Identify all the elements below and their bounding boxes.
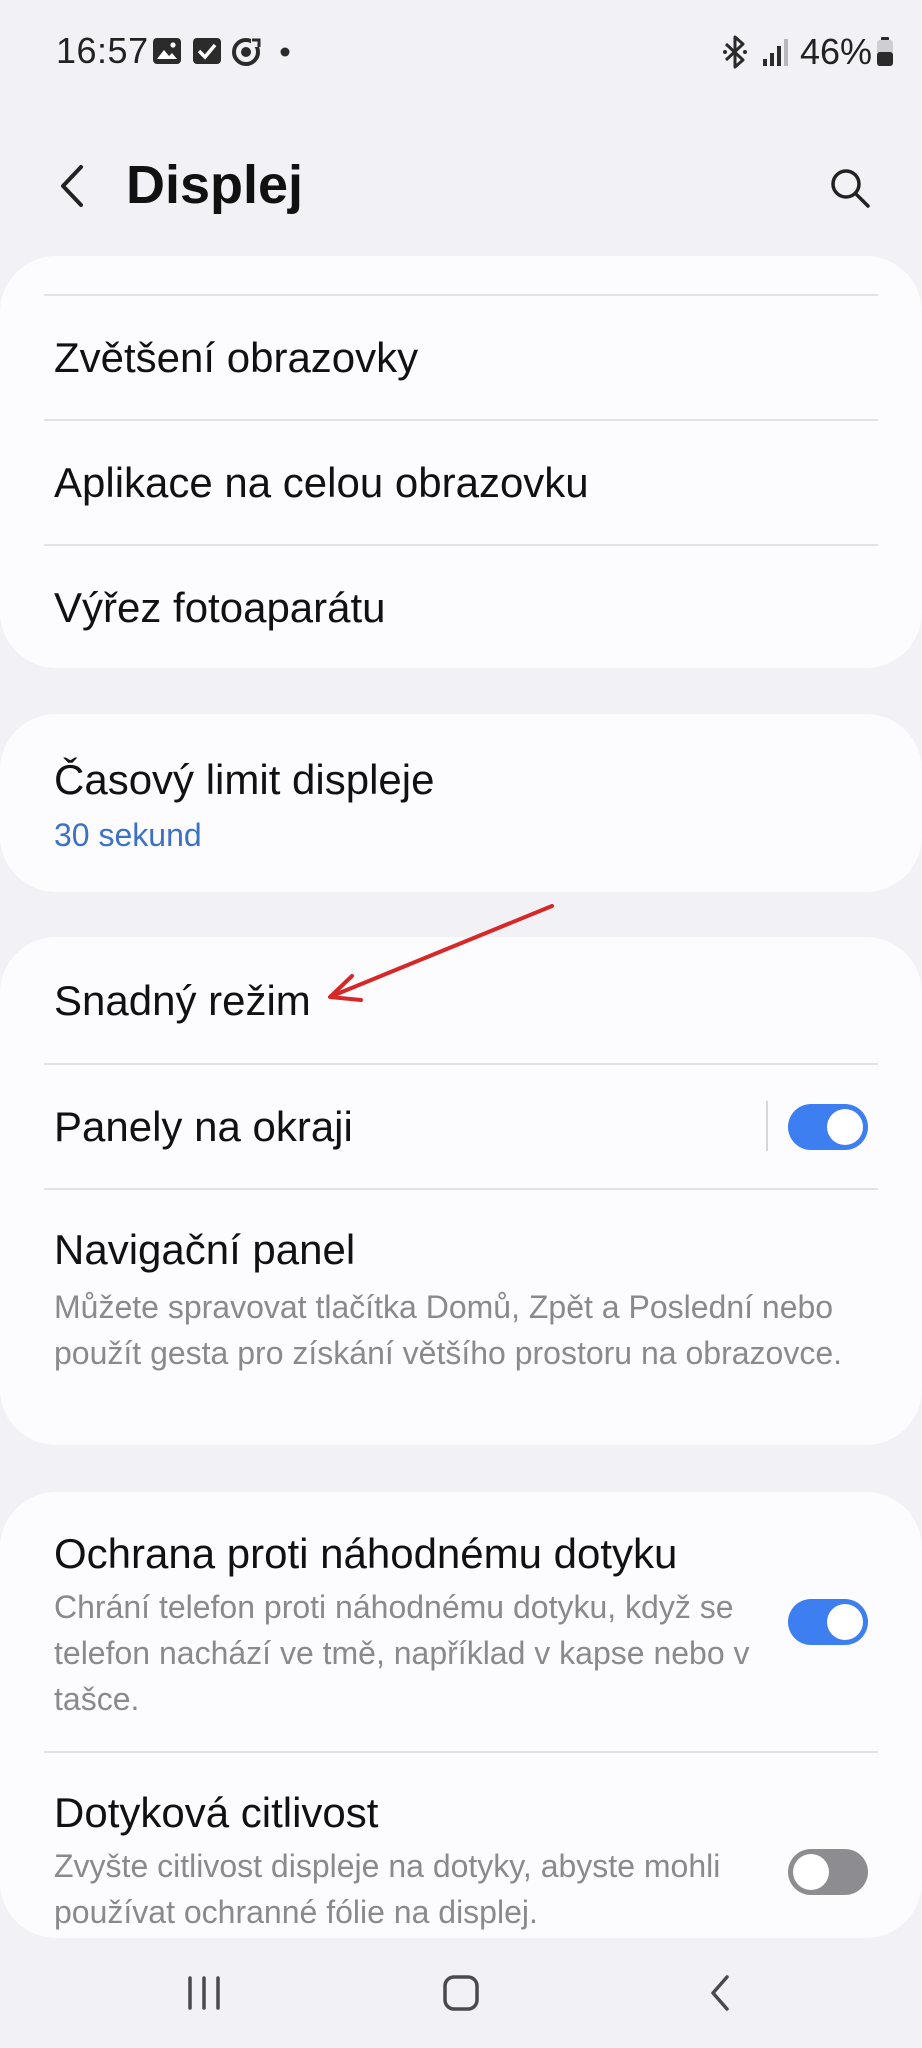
navigation-bar-description: Můžete spravovat tlačítka Domů, Zpět a P… [54, 1289, 842, 1371]
nav-back-button[interactable] [680, 1958, 760, 2028]
gallery-icon [153, 38, 181, 64]
signal-icon [762, 39, 788, 66]
touch-protection-card: Ochrana proti náhodnému dotyku Chrání te… [0, 1492, 922, 1938]
easy-mode-item[interactable]: Snadný režim [0, 937, 922, 1063]
screen-timeout-item[interactable]: Časový limit displeje 30 sekund [0, 714, 922, 892]
checkbox-icon [193, 38, 221, 64]
battery-percentage: 46% [799, 31, 872, 72]
status-bar: 16:57 46% [0, 0, 922, 104]
search-button[interactable] [820, 158, 880, 218]
touch-sensitivity-label: Dotyková citlivost [54, 1789, 379, 1836]
camera-cutout-label: Výřez fotoaparátu [54, 584, 386, 631]
accidental-touch-description: Chrání telefon proti náhodnému dotyku, k… [54, 1589, 750, 1717]
status-time: 16:57 [56, 30, 149, 71]
page-title: Displej [126, 155, 304, 215]
system-navigation-bar [0, 1936, 922, 2048]
search-icon [831, 169, 870, 208]
touch-sensitivity-toggle[interactable] [788, 1849, 868, 1895]
back-chevron-icon [61, 165, 83, 207]
screen-timeout-label: Časový limit displeje [54, 756, 435, 803]
accidental-touch-toggle[interactable] [788, 1599, 868, 1645]
battery-icon [877, 37, 893, 66]
full-screen-apps-item[interactable]: Aplikace na celou obrazovku [0, 421, 922, 545]
display-settings-card: Zvětšení obrazovky Aplikace na celou obr… [0, 256, 922, 668]
back-button[interactable] [44, 158, 100, 214]
recents-icon [188, 1976, 220, 2010]
toggle-knob [793, 1854, 829, 1890]
navigation-bar-item[interactable]: Navigační panel Můžete spravovat tlačítk… [0, 1190, 922, 1445]
screen-zoom-label: Zvětšení obrazovky [54, 334, 419, 381]
app-header: Displej [0, 140, 922, 250]
accidental-touch-label: Ochrana proti náhodnému dotyku [54, 1530, 678, 1577]
screen-zoom-item[interactable]: Zvětšení obrazovky [0, 296, 922, 420]
screen-timeout-value: 30 sekund [54, 817, 202, 853]
camera-cutout-item[interactable]: Výřez fotoaparátu [0, 546, 922, 668]
bluetooth-icon [722, 35, 747, 69]
home-button[interactable] [421, 1958, 501, 2028]
edge-panels-toggle[interactable] [788, 1104, 868, 1150]
screen: 16:57 46% Displej Zvětšení obrazovky Apl… [0, 0, 922, 2048]
back-icon [711, 1975, 729, 2011]
accidental-touch-item[interactable]: Ochrana proti náhodnému dotyku Chrání te… [0, 1492, 922, 1752]
touch-sensitivity-description: Zvyšte citlivost displeje na dotyky, aby… [54, 1848, 721, 1930]
navigation-bar-label: Navigační panel [54, 1226, 356, 1273]
vertical-separator [766, 1101, 768, 1151]
touch-sensitivity-item[interactable]: Dotyková citlivost Zvyšte citlivost disp… [0, 1753, 922, 1938]
easy-mode-card: Snadný režim Panely na okraji Navigační … [0, 937, 922, 1445]
edge-panels-item[interactable]: Panely na okraji [0, 1065, 922, 1189]
sync-icon [232, 38, 261, 66]
recents-button[interactable] [164, 1958, 244, 2028]
toggle-knob [827, 1604, 863, 1640]
status-right: 46% [722, 30, 894, 74]
full-screen-apps-label: Aplikace na celou obrazovku [54, 459, 589, 506]
screen-timeout-card: Časový limit displeje 30 sekund [0, 714, 922, 892]
toggle-knob [827, 1109, 863, 1145]
easy-mode-label: Snadný režim [54, 977, 311, 1024]
edge-panels-label: Panely na okraji [54, 1103, 353, 1150]
dot-icon [280, 47, 290, 57]
home-icon [443, 1975, 479, 2011]
